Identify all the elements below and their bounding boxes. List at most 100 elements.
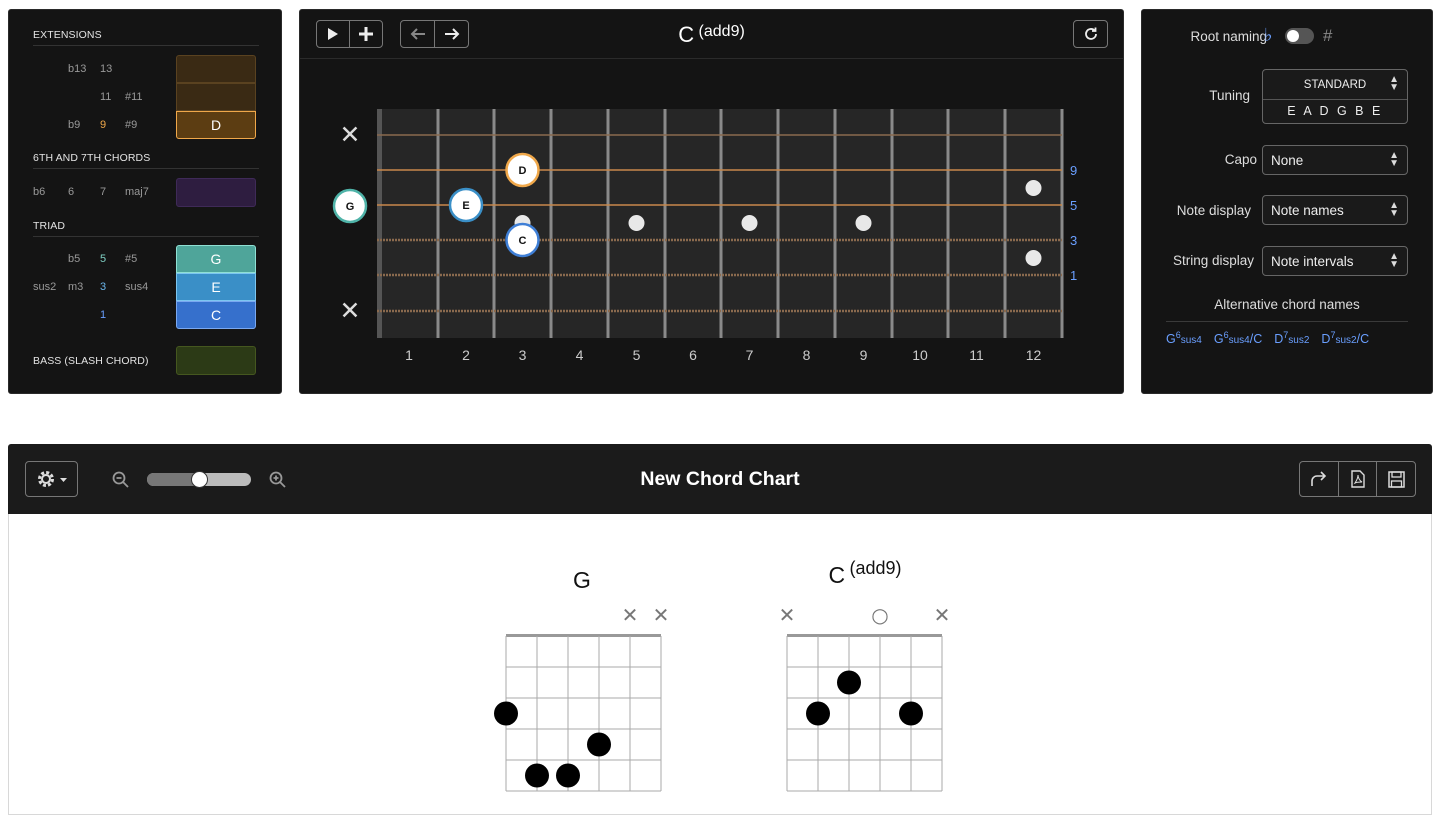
interval-5[interactable]: 5	[100, 253, 106, 265]
interval-11[interactable]: 11	[100, 91, 111, 103]
fret-number: 11	[969, 347, 984, 363]
fret-wire	[833, 109, 837, 338]
fretboard-panel: C (add9) 1 2 3 4 5 6 7 8 9 10 11 12 9 5 3 1 ✕ ✕ G D E C	[299, 9, 1124, 394]
export-group	[1299, 461, 1416, 497]
fret-wire	[890, 109, 894, 338]
interval-sharp5[interactable]: #5	[125, 253, 137, 265]
open-string-note-label: G	[346, 201, 355, 213]
extension-slot-13[interactable]	[176, 55, 256, 83]
seventh-slot[interactable]	[176, 178, 256, 207]
alt-names-label: Alternative chord names	[1214, 297, 1360, 312]
alt-chord-name[interactable]: G6sus4/C	[1214, 330, 1262, 346]
interval-13[interactable]: 13	[100, 63, 112, 75]
save-button[interactable]	[1377, 462, 1415, 496]
sharp-icon[interactable]: #	[1323, 26, 1332, 46]
interval-1[interactable]: 1	[100, 309, 106, 321]
extension-slot-9[interactable]: D	[176, 111, 256, 139]
interval-7[interactable]: 7	[100, 186, 106, 198]
extension-slot-11[interactable]	[176, 83, 256, 111]
bass-slot[interactable]	[176, 346, 256, 375]
finger-dot	[837, 670, 861, 695]
fret-inlay	[1025, 180, 1042, 196]
fret-number: 12	[1026, 347, 1042, 363]
pdf-button[interactable]	[1339, 462, 1378, 496]
fret-wire	[549, 109, 553, 338]
fret-wire	[492, 109, 496, 338]
interval-b5[interactable]: b5	[68, 253, 80, 265]
alt-chord-name[interactable]: D7sus2	[1274, 330, 1309, 346]
fretboard[interactable]: 1 2 3 4 5 6 7 8 9 10 11 129531✕✕GDEC	[300, 10, 1123, 393]
triad-third-slot[interactable]: E	[176, 273, 256, 301]
finger-dot	[525, 763, 549, 788]
triad-fifth-slot[interactable]: G	[176, 245, 256, 273]
string-interval-label: 3	[1070, 233, 1077, 248]
tuning-select[interactable]: STANDARD ▲ ▼ E A D G B E	[1262, 69, 1408, 124]
fretted-note-label: C	[519, 235, 527, 247]
root-naming-label: Root naming	[1190, 29, 1267, 44]
muted-string-icon: ✕	[340, 120, 361, 149]
interval-sus2[interactable]: sus2	[33, 281, 56, 293]
extensions-title: EXTENSIONS	[33, 29, 102, 41]
interval-sharp11[interactable]: #11	[125, 91, 143, 103]
chord-chart-canvas: G ✕ ✕ C (add9) ✕ ○ ✕	[8, 514, 1432, 815]
interval-b9[interactable]: b9	[68, 119, 80, 131]
root-naming-toggle[interactable]	[1285, 28, 1314, 44]
string-display-select[interactable]: Note intervals ▲ ▼	[1262, 246, 1408, 276]
fret-wire	[1060, 109, 1064, 338]
fret-wire	[663, 109, 667, 338]
string-display-chevron-icon: ▲ ▼	[1389, 251, 1399, 270]
fret-number: 7	[746, 347, 754, 363]
fret-wire	[946, 109, 950, 338]
tuning-label: Tuning	[1209, 88, 1250, 103]
interval-m3[interactable]: m3	[68, 281, 83, 293]
chart-toolbar: New Chord Chart	[8, 444, 1432, 514]
fret-wire	[436, 109, 440, 338]
capo-value: None	[1271, 152, 1304, 168]
share-button[interactable]	[1300, 462, 1339, 496]
interval-b6[interactable]: b6	[33, 186, 45, 198]
fret-number: 8	[803, 347, 811, 363]
fret-number: 10	[912, 347, 928, 363]
fret-wire	[719, 109, 723, 338]
interval-3[interactable]: 3	[100, 281, 106, 293]
flat-icon[interactable]: ♭	[1264, 25, 1273, 46]
settings-panel: Root naming ♭ # Tuning STANDARD ▲ ▼ E A D…	[1141, 9, 1433, 394]
string-interval-label: 1	[1070, 268, 1077, 283]
chord-diagram-g[interactable]: G ✕ ✕	[486, 554, 686, 814]
fret-wire	[776, 109, 780, 338]
open-string-icon: ○	[871, 603, 888, 627]
diagram-grid: ✕ ✕	[494, 603, 670, 792]
string-display-label: String display	[1172, 253, 1254, 268]
interval-sus4[interactable]: sus4	[125, 281, 148, 293]
capo-select[interactable]: None ▲ ▼	[1262, 145, 1408, 175]
triad-root-slot[interactable]: C	[176, 301, 256, 329]
alt-chord-name[interactable]: D7sus2/C	[1321, 330, 1369, 346]
fret-number: 1	[405, 347, 413, 363]
tuning-chevron-icon: ▲ ▼	[1389, 74, 1399, 93]
chart-title[interactable]: New Chord Chart	[8, 468, 1432, 491]
fret-inlay	[1025, 250, 1042, 266]
fret-wire	[606, 109, 610, 338]
note-display-select[interactable]: Note names ▲ ▼	[1262, 195, 1408, 225]
finger-dot	[556, 763, 580, 788]
chord-diagram-cadd9[interactable]: C (add9) ✕ ○ ✕	[767, 554, 967, 814]
muted-string-icon: ✕	[340, 296, 361, 325]
fret-number: 2	[462, 347, 470, 363]
fret-inlay	[855, 215, 872, 231]
interval-b13[interactable]: b13	[68, 63, 86, 75]
fret-number: 3	[519, 347, 527, 363]
fret-number: 6	[689, 347, 697, 363]
note-display-value: Note names	[1271, 202, 1344, 218]
interval-9[interactable]: 9	[100, 119, 106, 131]
interval-6[interactable]: 6	[68, 186, 74, 198]
muted-string-icon: ✕	[653, 603, 670, 627]
tuning-name: STANDARD	[1263, 70, 1407, 100]
note-display-label: Note display	[1176, 203, 1251, 218]
save-icon	[1387, 470, 1405, 488]
alt-chord-name[interactable]: G6sus4	[1166, 330, 1202, 346]
toggle-knob	[1287, 30, 1299, 42]
capo-label: Capo	[1224, 152, 1257, 167]
interval-sharp9[interactable]: #9	[125, 119, 137, 131]
string-interval-label: 9	[1070, 163, 1077, 178]
interval-maj7[interactable]: maj7	[125, 186, 149, 198]
